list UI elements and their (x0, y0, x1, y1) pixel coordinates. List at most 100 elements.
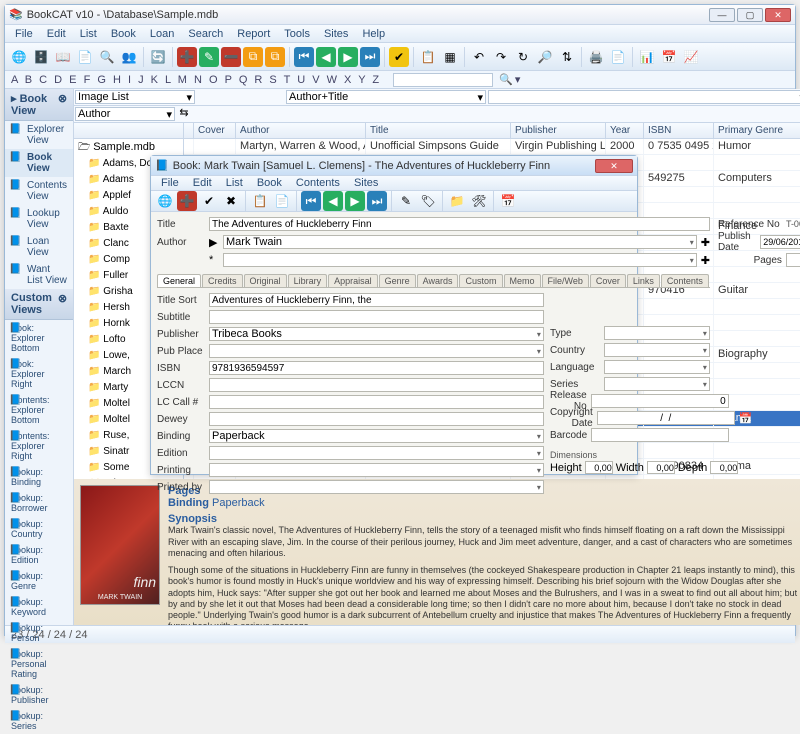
menu-help[interactable]: Help (356, 27, 391, 41)
undo-icon[interactable]: ↶ (469, 47, 489, 67)
sidebar-custom-item[interactable]: Lookup: Personal Rating (5, 646, 73, 682)
menu-list[interactable]: List (74, 27, 103, 41)
refresh2-icon[interactable]: ↻ (513, 47, 533, 67)
tab-links[interactable]: Links (627, 274, 660, 287)
pubplace-combo[interactable] (209, 344, 544, 358)
column-header[interactable]: Title (366, 123, 511, 138)
printing-combo[interactable] (209, 463, 544, 477)
sidebar-custom-item[interactable]: Lookup: Series (5, 708, 73, 734)
sort-combo[interactable]: Author+Title▾ (286, 90, 486, 104)
dlg-cancel-icon[interactable]: ✖ (221, 191, 241, 211)
dlg-calendar-icon[interactable]: 📅 (498, 191, 518, 211)
tab-genre[interactable]: Genre (379, 274, 416, 287)
publisher-combo[interactable]: Tribeca Books (209, 327, 544, 341)
dlg-edit-icon[interactable]: ✎ (396, 191, 416, 211)
dlg-menu-list[interactable]: List (220, 176, 249, 190)
menu-book[interactable]: Book (105, 27, 142, 41)
sort-icon[interactable]: ⇅ (557, 47, 577, 67)
dlg-form-icon[interactable]: 📋 (250, 191, 270, 211)
dlg-menu-sites[interactable]: Sites (348, 176, 384, 190)
dialog-close-button[interactable]: ✕ (595, 159, 633, 173)
add-button[interactable]: ➕ (177, 47, 197, 67)
subtitle-field[interactable] (209, 310, 544, 324)
edition-combo[interactable] (209, 446, 544, 460)
author-filter-combo[interactable]: Author▾ (75, 107, 175, 121)
type-combo[interactable] (604, 326, 710, 340)
edit-button[interactable]: ✎ (199, 47, 219, 67)
printedby-combo[interactable] (209, 480, 544, 494)
tab-contents[interactable]: Contents (661, 274, 709, 287)
title-field[interactable] (209, 217, 710, 231)
sidebar-custom-item[interactable]: Lookup: Binding (5, 464, 73, 490)
minimize-button[interactable]: — (709, 8, 735, 22)
column-header[interactable]: Primary Genre (714, 123, 800, 138)
dlg-next-icon[interactable]: ▶ (345, 191, 365, 211)
height-field[interactable] (585, 461, 613, 474)
alphabet-search[interactable] (393, 73, 493, 87)
menu-report[interactable]: Report (231, 27, 276, 41)
dlg-tag-icon[interactable]: 🏷 (418, 191, 438, 211)
tab-library[interactable]: Library (288, 274, 328, 287)
barcode-field[interactable] (591, 428, 729, 442)
column-header[interactable]: Author (236, 123, 366, 138)
preview-icon[interactable]: 📄 (608, 47, 628, 67)
next-icon[interactable]: ▶ (338, 47, 358, 67)
refresh-icon[interactable]: 🔄 (148, 47, 168, 67)
author2-combo[interactable] (223, 253, 697, 267)
sidebar-views-header[interactable]: ▸ Book View⊗ (5, 89, 73, 121)
last-icon[interactable]: ⏭ (360, 47, 380, 67)
dlg-check-icon[interactable]: ✔ (199, 191, 219, 211)
tab-custom[interactable]: Custom (459, 274, 502, 287)
copyright-field[interactable] (597, 411, 735, 425)
column-header[interactable]: ISBN (644, 123, 714, 138)
width-field[interactable] (647, 461, 675, 474)
pages-field[interactable] (786, 253, 800, 267)
dlg-menu-edit[interactable]: Edit (187, 176, 218, 190)
search-glass-icon[interactable]: 🔍▾ (499, 73, 522, 86)
dlg-copy-icon[interactable]: 📄 (272, 191, 292, 211)
country-combo[interactable] (604, 343, 710, 357)
sidebar-custom-item[interactable]: Lookup: Edition (5, 542, 73, 568)
sidebar-item-loan[interactable]: Loan View (5, 233, 73, 261)
prev-icon[interactable]: ◀ (316, 47, 336, 67)
sidebar-item-lookup[interactable]: Lookup View (5, 205, 73, 233)
check-icon[interactable]: ✔ (389, 47, 409, 67)
menu-edit[interactable]: Edit (41, 27, 72, 41)
sidebar-custom-header[interactable]: Custom Views⊗ (5, 289, 73, 320)
sidebar-custom-item[interactable]: Lookup: Keyword (5, 594, 73, 620)
form-icon[interactable]: 📋 (418, 47, 438, 67)
column-header[interactable]: Year (606, 123, 644, 138)
lccall-field[interactable] (209, 395, 544, 409)
dlg-menu-book[interactable]: Book (251, 176, 288, 190)
grid-icon[interactable]: ▦ (440, 47, 460, 67)
dlg-globe-icon[interactable]: 🌐 (155, 191, 175, 211)
contents-icon[interactable]: 📄 (75, 47, 95, 67)
print-icon[interactable]: 🖨️ (586, 47, 606, 67)
menu-loan[interactable]: Loan (144, 27, 180, 41)
calendar-icon[interactable]: 📅 (659, 47, 679, 67)
sidebar-custom-item[interactable]: Lookup: Publisher (5, 682, 73, 708)
report-icon[interactable]: 📈 (681, 47, 701, 67)
tab-general[interactable]: General (157, 274, 201, 287)
isbn-field[interactable] (209, 361, 544, 375)
search-icon[interactable]: 🔎 (535, 47, 555, 67)
lccn-field[interactable] (209, 378, 544, 392)
sidebar-custom-item[interactable]: Lookup: Borrower (5, 490, 73, 516)
sidebar-item-explorer[interactable]: Explorer View (5, 121, 73, 149)
sidebar-custom-item[interactable]: Lookup: Genre (5, 568, 73, 594)
column-header[interactable] (184, 123, 194, 138)
sidebar-item-contents[interactable]: Contents View (5, 177, 73, 205)
sidebar-custom-item[interactable]: Book: Explorer Right (5, 356, 73, 392)
tab-credits[interactable]: Credits (202, 274, 243, 287)
dlg-tools-icon[interactable]: 🛠 (469, 191, 489, 211)
book-icon[interactable]: 📖 (53, 47, 73, 67)
tab-cover[interactable]: Cover (590, 274, 626, 287)
menu-tools[interactable]: Tools (278, 27, 316, 41)
tab-original[interactable]: Original (244, 274, 287, 287)
dewey-field[interactable] (209, 412, 544, 426)
dlg-folder-icon[interactable]: 📁 (447, 191, 467, 211)
dlg-prev-icon[interactable]: ◀ (323, 191, 343, 211)
image-list-combo[interactable]: Image List▾ (75, 90, 195, 104)
sidebar-item-book[interactable]: Book View (5, 149, 73, 177)
dlg-first-icon[interactable]: ⏮ (301, 191, 321, 211)
